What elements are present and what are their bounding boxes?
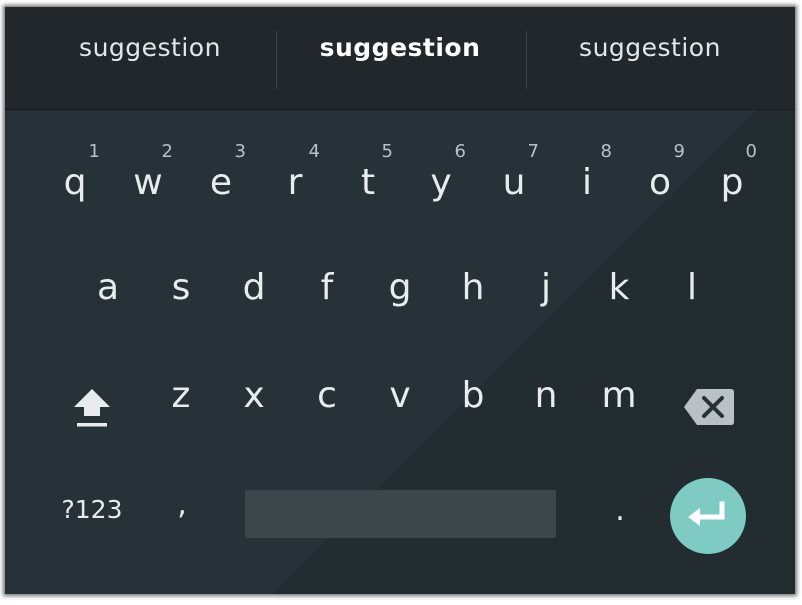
key-row1-9[interactable]: 9 o <box>625 135 695 205</box>
key-letter: e <box>209 161 233 203</box>
key-letter: v <box>389 374 411 416</box>
key-letter: x <box>243 374 265 416</box>
key-letter: l <box>686 266 697 308</box>
enter-icon <box>688 501 725 526</box>
key-row2-5[interactable]: g <box>365 252 435 322</box>
key-hint: 1 <box>88 141 100 162</box>
key-letter: s <box>171 266 191 308</box>
key-row2-7[interactable]: j <box>511 252 581 322</box>
key-row1-10[interactable]: 0 p <box>697 135 767 205</box>
enter-key[interactable] <box>670 478 746 554</box>
key-letter: y <box>430 161 452 203</box>
suggestion-left[interactable]: suggestion <box>19 7 281 87</box>
key-hint: 8 <box>600 141 612 162</box>
key-row2-1[interactable]: a <box>73 252 143 322</box>
key-letter: o <box>648 161 672 203</box>
key-letter: j <box>540 266 551 308</box>
key-row1-1[interactable]: 1 q <box>40 135 110 205</box>
key-row3-4[interactable]: v <box>365 360 435 430</box>
key-row2-4[interactable]: f <box>292 252 362 322</box>
key-letter: g <box>388 266 412 308</box>
key-hint: 6 <box>454 141 466 162</box>
key-letter: a <box>96 266 120 308</box>
key-row3-1[interactable]: z <box>146 360 216 430</box>
key-letter: i <box>581 161 592 203</box>
space-bar[interactable] <box>245 490 556 538</box>
key-row1-6[interactable]: 6 y <box>406 135 476 205</box>
shift-icon <box>74 389 110 427</box>
key-letter: c <box>317 374 337 416</box>
backspace-icon <box>684 389 734 425</box>
key-row2-2[interactable]: s <box>146 252 216 322</box>
key-row2-3[interactable]: d <box>219 252 289 322</box>
key-letter: w <box>133 161 163 203</box>
key-hint: 5 <box>381 141 393 162</box>
key-letter: d <box>242 266 266 308</box>
comma-key[interactable]: , <box>162 479 202 529</box>
keyboard: suggestion suggestion suggestion 1 q 2 w… <box>5 7 795 594</box>
key-letter: f <box>320 266 334 308</box>
key-letter: r <box>287 161 303 203</box>
key-row1-3[interactable]: 3 e <box>186 135 256 205</box>
suggestion-right[interactable]: suggestion <box>519 7 781 87</box>
key-letter: t <box>360 161 376 203</box>
key-row2-8[interactable]: k <box>584 252 654 322</box>
key-hint: 0 <box>745 141 757 162</box>
key-hint: 9 <box>673 141 685 162</box>
key-letter: h <box>461 266 485 308</box>
key-row3-6[interactable]: n <box>511 360 581 430</box>
period-key[interactable]: . <box>600 485 640 535</box>
symbols-key[interactable]: ?123 <box>55 489 129 529</box>
key-letter: n <box>534 374 558 416</box>
key-letter: k <box>608 266 630 308</box>
shift-key[interactable] <box>67 379 117 435</box>
key-letter: z <box>171 374 191 416</box>
key-letter: p <box>720 161 744 203</box>
key-hint: 7 <box>527 141 539 162</box>
suggestion-center[interactable]: suggestion <box>269 7 531 87</box>
key-letter: b <box>461 374 485 416</box>
key-row3-3[interactable]: c <box>292 360 362 430</box>
key-row3-2[interactable]: x <box>219 360 289 430</box>
key-row1-2[interactable]: 2 w <box>113 135 183 205</box>
delete-key[interactable] <box>678 381 740 433</box>
suggestion-strip: suggestion suggestion suggestion <box>5 7 795 110</box>
key-row1-5[interactable]: 5 t <box>333 135 403 205</box>
key-row2-6[interactable]: h <box>438 252 508 322</box>
key-hint: 4 <box>308 141 320 162</box>
key-row1-4[interactable]: 4 r <box>260 135 330 205</box>
key-hint: 3 <box>234 141 246 162</box>
key-letter: m <box>601 374 637 416</box>
key-row1-7[interactable]: 7 u <box>479 135 549 205</box>
key-row3-5[interactable]: b <box>438 360 508 430</box>
key-row1-8[interactable]: 8 i <box>552 135 622 205</box>
key-letter: u <box>502 161 526 203</box>
key-row3-7[interactable]: m <box>584 360 654 430</box>
key-hint: 2 <box>161 141 173 162</box>
key-row2-9[interactable]: l <box>657 252 727 322</box>
key-letter: q <box>63 161 87 203</box>
